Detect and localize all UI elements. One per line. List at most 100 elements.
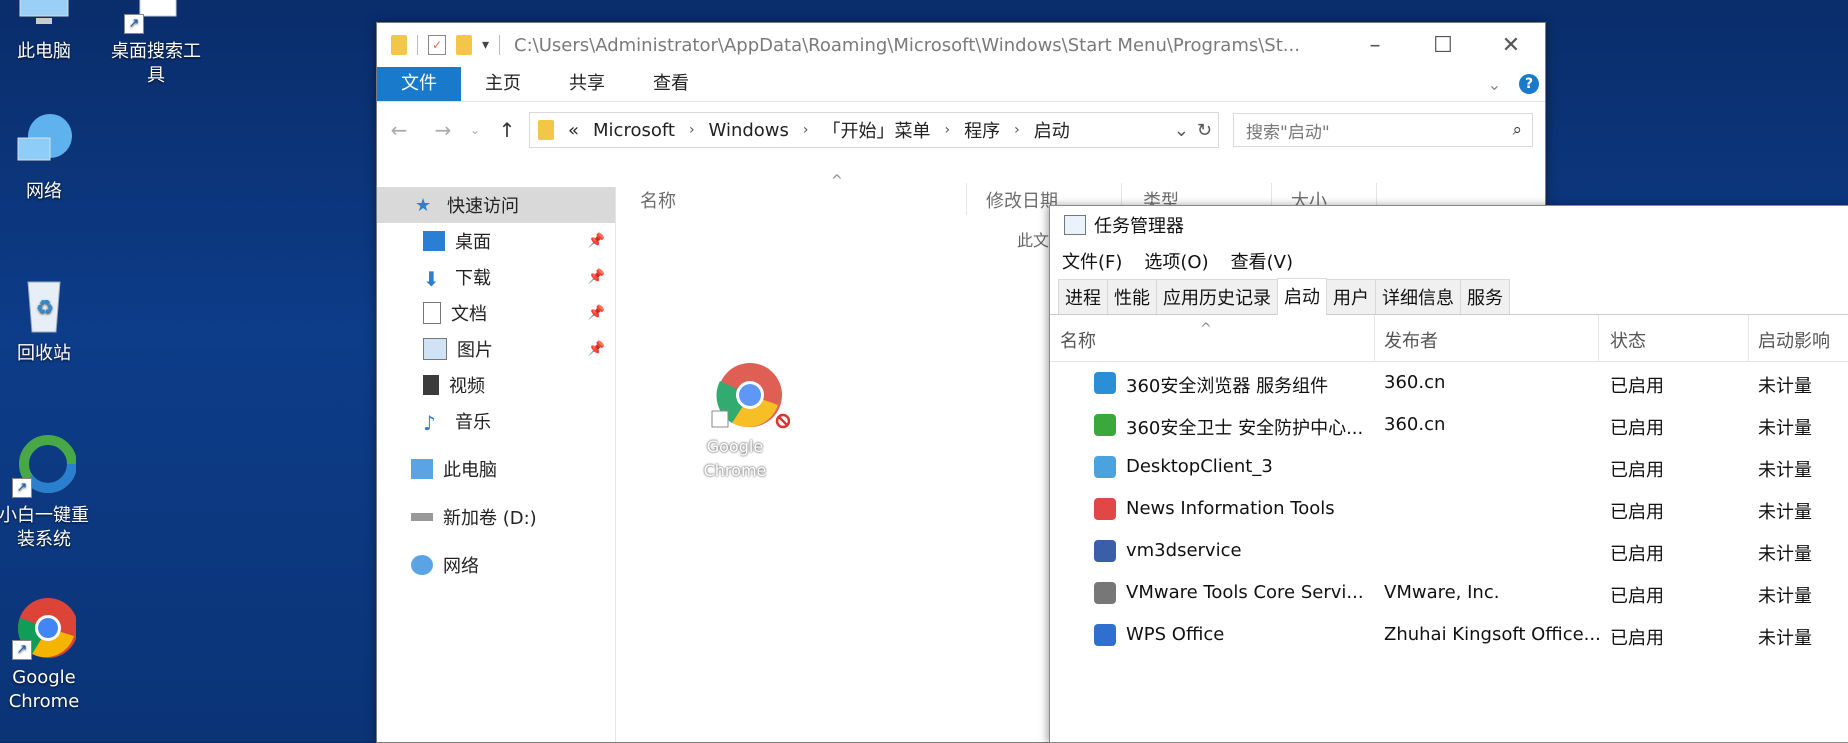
column-publisher[interactable]: 发布者	[1384, 327, 1438, 353]
column-startup-impact[interactable]: 启动影响	[1758, 327, 1830, 353]
recent-locations-icon[interactable]: ⌄	[465, 123, 485, 137]
ribbon-expand-icon[interactable]: ⌄	[1488, 75, 1501, 94]
reinstall-arrows-icon: ↗	[12, 434, 77, 498]
table-row[interactable]: VMware Tools Core Servi... VMware, Inc. 已启…	[1050, 572, 1848, 614]
nav-desktop[interactable]: 桌面 📌	[377, 223, 615, 259]
breadcrumb-segment[interactable]: 「开始」菜单	[823, 117, 931, 143]
customize-qat-icon[interactable]: ▾	[482, 37, 489, 53]
nav-music[interactable]: ♪ 音乐	[377, 403, 615, 439]
row-status: 已启用	[1610, 586, 1664, 607]
desktop-icon-this-pc[interactable]: 此电脑	[0, 0, 94, 64]
table-row[interactable]: WPS Office Zhuhai Kingsoft Office... 已启用 未计…	[1050, 614, 1848, 656]
desktop-icon-search-tool[interactable]: ↗ 桌面搜索工具	[106, 0, 206, 88]
pin-icon[interactable]: 📌	[588, 341, 605, 357]
ribbon-tab-view[interactable]: 查看	[629, 67, 713, 101]
tab-processes[interactable]: 进程	[1058, 279, 1108, 314]
breadcrumb-segment[interactable]: 启动	[1034, 117, 1070, 143]
tab-services[interactable]: 服务	[1460, 279, 1510, 314]
search-box[interactable]: 搜索"启动" ⌕	[1233, 113, 1533, 147]
ribbon-tab-home[interactable]: 主页	[461, 67, 545, 101]
row-status: 已启用	[1610, 376, 1664, 397]
startup-table-body: 360安全浏览器 服务组件 360.cn 已启用 未计量 360安全卫士 安全防护中心.…	[1050, 362, 1848, 656]
nav-videos[interactable]: 视频	[377, 367, 615, 403]
app-icon	[1094, 456, 1116, 478]
desktop-icon-recycle-bin[interactable]: ♻ 回收站	[0, 272, 94, 366]
pin-icon[interactable]: 📌	[588, 305, 605, 321]
tab-details[interactable]: 详细信息	[1375, 279, 1461, 314]
chevron-right-icon[interactable]: ›	[945, 122, 951, 138]
music-note-icon: ♪	[423, 411, 436, 435]
back-button[interactable]: ←	[377, 118, 421, 142]
column-status[interactable]: 状态	[1610, 327, 1646, 353]
table-row[interactable]: 360安全浏览器 服务组件 360.cn 已启用 未计量	[1050, 362, 1848, 404]
window-title-path: C:\Users\Administrator\AppData\Roaming\M…	[514, 34, 1300, 56]
table-row[interactable]: 360安全卫士 安全防护中心... 360.cn 已启用 未计量	[1050, 404, 1848, 446]
drive-icon	[411, 513, 433, 521]
nav-documents[interactable]: 文档 📌	[377, 295, 615, 331]
row-impact: 未计量	[1758, 628, 1812, 649]
address-dropdown-icon[interactable]: ⌄	[1174, 120, 1189, 141]
nav-this-pc[interactable]: 此电脑	[377, 451, 615, 487]
menu-view[interactable]: 查看(V)	[1231, 248, 1293, 274]
tab-performance[interactable]: 性能	[1107, 279, 1157, 314]
desktop-icon-network[interactable]: 网络	[0, 110, 94, 204]
divider	[499, 35, 501, 55]
refresh-icon[interactable]: ↻	[1197, 120, 1212, 141]
new-folder-icon[interactable]	[456, 35, 472, 55]
forward-button[interactable]: →	[421, 118, 465, 142]
desktop-icon-chrome[interactable]: ↗ Google Chrome	[0, 596, 94, 714]
table-row[interactable]: vm3dservice 已启用 未计量	[1050, 530, 1848, 572]
chevron-right-icon[interactable]: ›	[803, 122, 809, 138]
properties-icon[interactable]: ✓	[428, 35, 446, 55]
table-row[interactable]: DesktopClient_3 已启用 未计量	[1050, 446, 1848, 488]
pin-icon[interactable]: 📌	[588, 269, 605, 285]
nav-label: 视频	[449, 376, 485, 397]
tab-users[interactable]: 用户	[1326, 279, 1376, 314]
row-publisher: 360.cn	[1384, 414, 1446, 435]
pin-icon[interactable]: 📌	[588, 233, 605, 249]
shortcut-arrow-icon: ↗	[12, 478, 32, 498]
divider	[1374, 315, 1375, 361]
chevron-right-icon[interactable]: ›	[1014, 122, 1020, 138]
maximize-button[interactable]: ☐	[1409, 33, 1477, 58]
nav-network[interactable]: 网络	[377, 547, 615, 583]
divider	[1598, 315, 1599, 361]
help-icon[interactable]: ?	[1519, 74, 1539, 94]
desktop-icon-label: 此电脑	[17, 41, 71, 62]
row-name: VMware Tools Core Servi...	[1126, 582, 1364, 603]
menu-options[interactable]: 选项(O)	[1144, 248, 1208, 274]
address-bar[interactable]: « Microsoft › Windows › 「开始」菜单 › 程序 › 启动…	[529, 112, 1219, 148]
nav-pictures[interactable]: 图片 📌	[377, 331, 615, 367]
row-publisher: 360.cn	[1384, 372, 1446, 393]
dragged-chrome-shortcut[interactable]: Google Chrome	[695, 361, 805, 483]
column-date[interactable]: 修改日期	[986, 187, 1058, 213]
sort-ascending-icon: ^	[831, 173, 843, 189]
tab-app-history[interactable]: 应用历史记录	[1156, 279, 1278, 314]
chevron-right-icon[interactable]: ›	[689, 122, 695, 138]
breadcrumb-segment[interactable]: Microsoft	[593, 120, 675, 141]
ribbon-tab-file[interactable]: 文件	[377, 67, 461, 101]
task-manager-window: 任务管理器 文件(F) 选项(O) 查看(V) 进程 性能 应用历史记录 启动 …	[1049, 205, 1848, 743]
row-status: 已启用	[1610, 544, 1664, 565]
desktop-icon-reinstall[interactable]: ↗ 小白一键重装系统	[0, 434, 94, 552]
tab-startup[interactable]: 启动	[1277, 278, 1327, 315]
table-row[interactable]: News Information Tools 已启用 未计量	[1050, 488, 1848, 530]
column-name[interactable]: 名称	[640, 187, 676, 213]
search-icon[interactable]: ⌕	[1512, 120, 1522, 140]
address-overflow[interactable]: «	[568, 120, 579, 141]
nav-quick-access[interactable]: ★ 快速访问	[377, 187, 615, 223]
menu-file[interactable]: 文件(F)	[1062, 248, 1122, 274]
nav-label: 此电脑	[443, 460, 497, 481]
minimize-button[interactable]: –	[1341, 33, 1409, 58]
breadcrumb-segment[interactable]: Windows	[709, 120, 789, 141]
row-impact: 未计量	[1758, 502, 1812, 523]
up-button[interactable]: ↑	[485, 118, 529, 142]
nav-drive-d[interactable]: 新加卷 (D:)	[377, 499, 615, 535]
breadcrumb-segment[interactable]: 程序	[964, 117, 1000, 143]
nav-downloads[interactable]: ⬇ 下载 📌	[377, 259, 615, 295]
close-button[interactable]: ✕	[1477, 33, 1545, 58]
ribbon-tab-share[interactable]: 共享	[545, 67, 629, 101]
column-name[interactable]: 名称	[1060, 327, 1096, 353]
nav-label: 桌面	[455, 232, 491, 253]
network-globe-icon	[12, 110, 76, 174]
